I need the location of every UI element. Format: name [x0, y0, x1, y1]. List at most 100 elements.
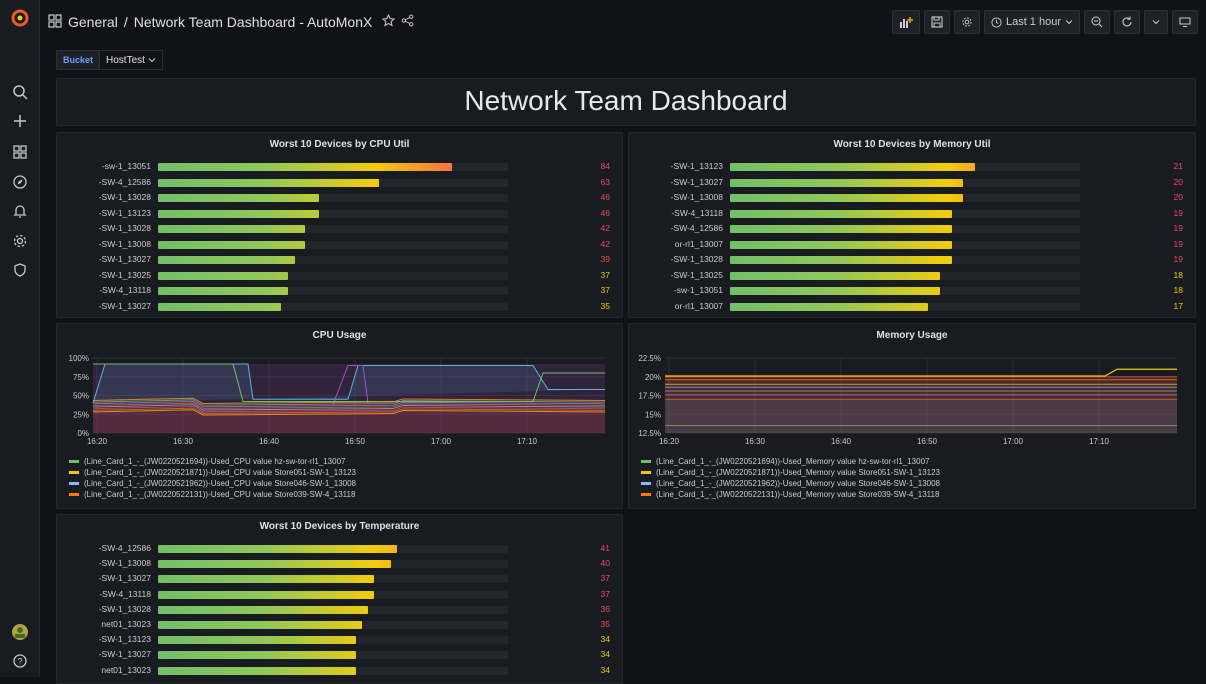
y-tick-label: 25%	[73, 410, 89, 419]
bar-label: -SW-4_13118	[671, 207, 723, 218]
panel-title[interactable]: Worst 10 Devices by Temperature	[57, 521, 622, 532]
grafana-logo-icon[interactable]	[8, 6, 32, 30]
bar-track	[730, 178, 1080, 187]
legend-item[interactable]: (Line_Card_1_-_(JW0220522131))-Used_CPU …	[69, 489, 356, 500]
dashboard-title[interactable]: Network Team Dashboard - AutoMonX	[134, 14, 373, 30]
bar-gauge-row: -sw-1_13051 84	[57, 161, 622, 176]
x-tick-label: 17:00	[1003, 437, 1024, 446]
bar-value: 35	[600, 619, 610, 629]
save-icon	[931, 16, 943, 28]
star-icon[interactable]	[382, 13, 396, 30]
plus-icon[interactable]	[8, 109, 32, 133]
bar-label: or-rl1_13007	[674, 300, 723, 311]
x-tick-label: 17:10	[517, 437, 538, 446]
bar-track	[730, 287, 1080, 295]
help-icon[interactable]: ?	[8, 649, 32, 673]
bar-gauge-row: -SW-1_13025 37	[57, 270, 622, 285]
dashboards-icon[interactable]	[8, 140, 32, 164]
avatar[interactable]	[8, 620, 32, 644]
bucket-variable-label: Bucket	[56, 50, 101, 70]
bar-track	[158, 605, 508, 614]
share-icon[interactable]	[401, 14, 414, 30]
tv-mode-button[interactable]	[1172, 10, 1198, 34]
side-menu: ?	[0, 0, 40, 677]
bar-gauge-row: -SW-4_12586 63	[57, 177, 622, 192]
graph-legend: (Line_Card_1_-_(JW0220521694))-Used_Memo…	[641, 456, 940, 500]
bar-value: 63	[600, 176, 610, 187]
bar-value: 41	[600, 543, 610, 553]
bar-label: -SW-4_13118	[99, 285, 151, 295]
bar-gauge-row: or-rl1_13007 17	[629, 301, 1195, 316]
graph-legend: (Line_Card_1_-_(JW0220521694))-Used_CPU …	[69, 456, 356, 500]
y-tick-label: 22.5%	[638, 354, 661, 363]
bar-track	[158, 178, 508, 187]
dashboard-settings-button[interactable]	[953, 10, 980, 34]
x-tick-label: 16:30	[745, 437, 766, 446]
add-panel-button[interactable]	[891, 10, 920, 34]
refresh-interval-dropdown[interactable]	[1144, 10, 1168, 34]
bucket-variable-select[interactable]: HostTest	[100, 50, 163, 70]
gear-icon[interactable]	[8, 229, 32, 253]
legend-item[interactable]: (Line_Card_1_-_(JW0220521694))-Used_CPU …	[69, 456, 356, 467]
memory-usage-graph[interactable]: 22.5% 20% 17.5% 15% 12.5%16:20 16:30 16:40 16:5…	[629, 348, 1197, 468]
panel-title[interactable]: Memory Usage	[629, 330, 1195, 341]
bar-track	[158, 256, 508, 264]
x-tick-label: 16:50	[917, 437, 938, 446]
temperature-panel: Worst 10 Devices by Temperature -SW-4_12…	[56, 514, 623, 684]
legend-swatch	[69, 471, 79, 474]
bar-gauge-row: -SW-4_13118 37	[57, 589, 622, 604]
bar-track	[158, 209, 508, 218]
bar-value: 21	[1173, 161, 1183, 171]
panel-title[interactable]: Worst 10 Devices by Memory Util	[629, 139, 1195, 150]
series-line	[665, 368, 1177, 377]
bar-label: -SW-1_13008	[98, 558, 151, 569]
alerting-bell-icon[interactable]	[8, 199, 32, 223]
bar-gauge-row: -SW-1_13123 21	[629, 161, 1195, 176]
bar-value: 34	[600, 664, 610, 675]
bar-value: 34	[600, 649, 610, 660]
x-tick-label: 16:40	[831, 437, 852, 446]
bar-label: -SW-4_13118	[99, 588, 151, 599]
bar-value: 40	[600, 558, 610, 569]
bar-label: -SW-1_13027	[98, 300, 151, 311]
panel-title[interactable]: Worst 10 Devices by CPU Util	[57, 139, 622, 150]
top-navbar: General / Network Team Dashboard - AutoM…	[40, 0, 1206, 44]
bar-fill	[730, 194, 964, 202]
shield-icon[interactable]	[8, 258, 32, 282]
bar-label: -SW-1_13028	[98, 223, 151, 233]
bar-label: net01_13023	[101, 664, 151, 675]
legend-item[interactable]: (Line_Card_1_-_(JW0220521871))-Used_Memo…	[641, 467, 940, 478]
legend-item[interactable]: (Line_Card_1_-_(JW0220521694))-Used_Memo…	[641, 456, 940, 467]
time-picker-button[interactable]: Last 1 hour	[983, 10, 1080, 34]
legend-item[interactable]: (Line_Card_1_-_(JW0220522131))-Used_Memo…	[641, 489, 940, 500]
bar-track	[730, 302, 1080, 311]
panel-title[interactable]: CPU Usage	[57, 330, 622, 341]
bar-fill	[730, 302, 929, 311]
zoom-out-icon	[1091, 16, 1103, 28]
bar-gauge-row: -SW-1_13027 20	[629, 177, 1195, 192]
bar-value: 19	[1173, 207, 1183, 218]
y-tick-label: 75%	[73, 373, 89, 382]
bar-track	[158, 545, 508, 553]
cpu-usage-graph[interactable]: 100%75%50%25%0%16:20 16:30 16:40 16:50 17:00…	[57, 348, 624, 468]
search-icon[interactable]	[8, 80, 32, 104]
bar-label: -SW-4_12586	[98, 543, 151, 553]
banner-title: Network Team Dashboard	[464, 85, 788, 116]
refresh-button[interactable]	[1114, 10, 1140, 34]
explore-icon[interactable]	[8, 170, 32, 194]
bar-fill	[158, 545, 398, 553]
legend-item[interactable]: (Line_Card_1_-_(JW0220521962))-Used_CPU …	[69, 478, 356, 489]
legend-item[interactable]: (Line_Card_1_-_(JW0220521871))-Used_CPU …	[69, 467, 356, 478]
memory-usage-panel: Memory Usage 22.5% 20% 17.5% 15% 12.5% 16:20 1…	[628, 323, 1196, 509]
bar-fill	[158, 560, 392, 569]
bar-label: -SW-1_13027	[98, 254, 151, 264]
monitor-icon	[1179, 17, 1191, 27]
save-dashboard-button[interactable]	[923, 10, 950, 34]
bar-fill	[158, 575, 374, 584]
breadcrumb-folder[interactable]: General	[68, 14, 118, 30]
bar-gauge-row: -SW-1_13123 46	[57, 208, 622, 223]
bucket-variable-value: HostTest	[106, 54, 145, 66]
legend-item[interactable]: (Line_Card_1_-_(JW0220521962))-Used_Memo…	[641, 478, 940, 489]
zoom-out-button[interactable]	[1084, 10, 1110, 34]
bar-value: 37	[600, 573, 610, 584]
